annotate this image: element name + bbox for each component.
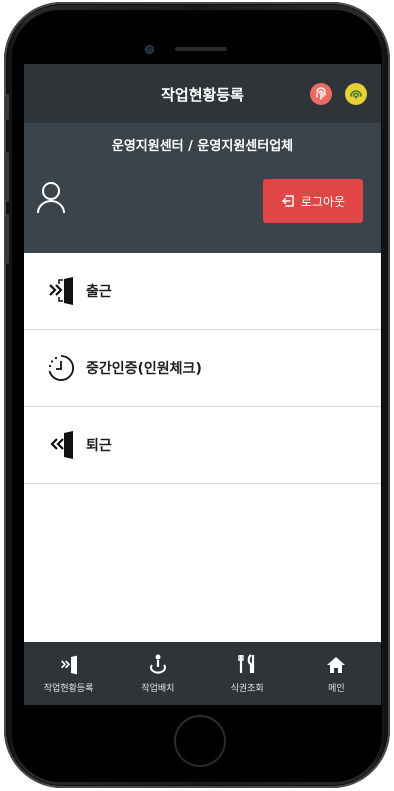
menu-item-headcount-check[interactable]: 중간인증(인원체크)	[24, 330, 381, 407]
speaker-grille	[175, 47, 227, 51]
fingerprint-icon[interactable]	[310, 83, 332, 105]
tab-label: 작업배치	[141, 684, 175, 694]
menu-item-check-in[interactable]: 출근	[24, 253, 381, 330]
work-menu: 출근 중간인증(인원체크) 퇴근	[24, 253, 381, 484]
exit-door-icon	[46, 430, 76, 460]
logout-button[interactable]: 로그아웃	[263, 179, 363, 223]
tab-meal-ticket[interactable]: 식권조회	[203, 642, 292, 705]
top-app-bar: 작업현황등록	[24, 64, 381, 123]
enter-door-icon	[59, 653, 79, 675]
tab-label: 메인	[328, 684, 345, 694]
volume-up-button	[5, 152, 9, 202]
tab-label: 식권조회	[230, 684, 264, 694]
bottom-tab-bar: 작업현황등록 작업배치 식권조회 메인	[24, 642, 381, 705]
menu-item-label: 출근	[86, 284, 112, 300]
menu-item-check-out[interactable]: 퇴근	[24, 407, 381, 484]
enter-door-icon	[46, 276, 76, 306]
tab-work-placement[interactable]: 작업배치	[113, 642, 202, 705]
volume-down-button	[5, 214, 9, 264]
app-screen: 작업현황등록 운영지원센터 / 운영지원센터업체 로그아웃 출근 중간인증(인원…	[24, 64, 381, 705]
user-icon	[36, 181, 66, 219]
tab-label: 작업현황등록	[43, 684, 94, 694]
home-button[interactable]	[174, 715, 226, 767]
logout-icon	[281, 194, 295, 208]
home-icon	[326, 653, 346, 675]
logout-label: 로그아웃	[300, 194, 346, 209]
timer-icon	[46, 353, 76, 383]
menu-item-label: 중간인증(인원체크)	[86, 361, 202, 377]
utensils-icon	[237, 653, 257, 675]
front-camera	[145, 45, 154, 54]
tab-main[interactable]: 메인	[292, 642, 381, 705]
mute-switch	[5, 94, 9, 120]
menu-item-label: 퇴근	[86, 438, 112, 454]
signal-icon[interactable]	[345, 83, 367, 105]
organization-label: 운영지원센터 / 운영지원센터업체	[111, 139, 294, 154]
placement-icon	[147, 653, 169, 675]
tab-work-status[interactable]: 작업현황등록	[24, 642, 113, 705]
